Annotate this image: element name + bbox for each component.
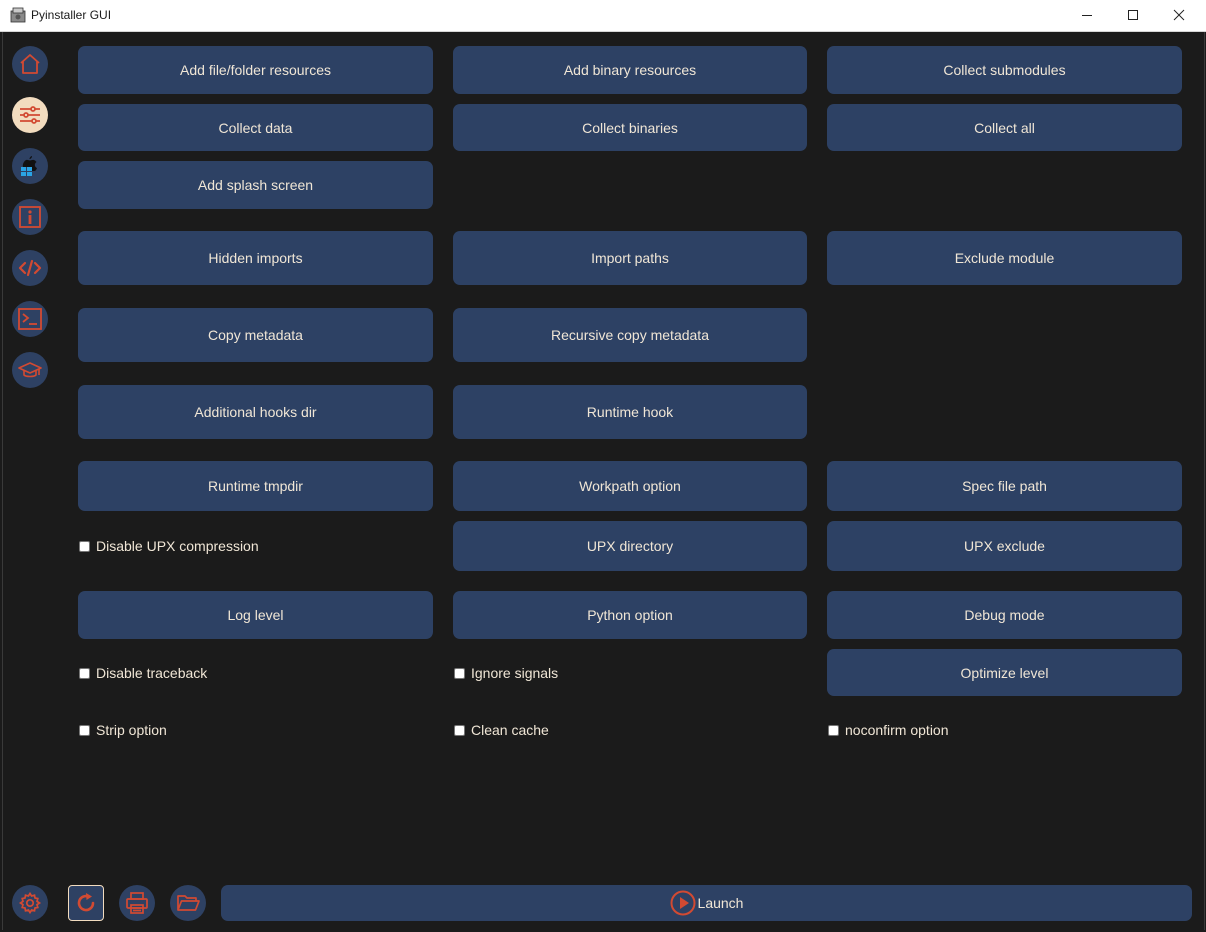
refresh-icon — [77, 893, 95, 912]
clean-cache-checkbox[interactable]: Clean cache — [454, 721, 549, 739]
upx-directory-button[interactable]: UPX directory — [453, 521, 807, 571]
play-icon — [670, 890, 696, 916]
window-title: Pyinstaller GUI — [31, 8, 112, 22]
reset-button[interactable] — [68, 885, 104, 921]
minimize-icon — [1082, 15, 1092, 16]
maximize-icon — [1128, 10, 1138, 20]
spec-file-path-button[interactable]: Spec file path — [827, 461, 1182, 511]
add-splash-button[interactable]: Add splash screen — [78, 161, 433, 209]
noconfirm-option-label: noconfirm option — [845, 722, 949, 738]
close-icon — [1173, 9, 1185, 21]
sidebar-os-button[interactable] — [12, 148, 48, 184]
runtime-hook-button[interactable]: Runtime hook — [453, 385, 807, 439]
code-icon — [18, 259, 42, 277]
collect-all-button[interactable]: Collect all — [827, 104, 1182, 151]
folder-open-icon — [177, 895, 200, 911]
strip-option-checkbox[interactable]: Strip option — [79, 721, 167, 739]
upx-exclude-button[interactable]: UPX exclude — [827, 521, 1182, 571]
disable-upx-checkbox[interactable]: Disable UPX compression — [79, 537, 259, 555]
runtime-tmpdir-button[interactable]: Runtime tmpdir — [78, 461, 433, 511]
checkbox-box[interactable] — [79, 667, 90, 679]
optimize-level-button[interactable]: Optimize level — [827, 649, 1182, 696]
os-icon — [21, 156, 37, 176]
sidebar-learn-button[interactable] — [12, 352, 48, 388]
disable-traceback-checkbox[interactable]: Disable traceback — [79, 664, 207, 682]
copy-metadata-button[interactable]: Copy metadata — [78, 308, 433, 362]
add-binary-button[interactable]: Add binary resources — [453, 46, 807, 94]
checkbox-box[interactable] — [454, 667, 465, 679]
collect-binaries-button[interactable]: Collect binaries — [453, 104, 807, 151]
ignore-signals-label: Ignore signals — [471, 665, 559, 681]
debug-mode-button[interactable]: Debug mode — [827, 591, 1182, 639]
sidebar-options-button[interactable] — [12, 97, 48, 133]
python-option-button[interactable]: Python option — [453, 591, 807, 639]
disable-traceback-label: Disable traceback — [96, 665, 208, 681]
add-file-folder-button[interactable]: Add file/folder resources — [78, 46, 433, 94]
open-folder-button[interactable] — [170, 885, 206, 921]
printer-icon — [126, 892, 148, 914]
home-icon — [20, 54, 40, 74]
sliders-icon — [20, 106, 40, 124]
sidebar-home-button[interactable] — [12, 46, 48, 82]
ignore-signals-checkbox[interactable]: Ignore signals — [454, 664, 558, 682]
app-icon — [10, 7, 26, 23]
sidebar-terminal-button[interactable] — [12, 301, 48, 337]
hidden-imports-button[interactable]: Hidden imports — [78, 231, 433, 285]
checkbox-box[interactable] — [79, 540, 90, 552]
launch-label: Launch — [697, 895, 744, 911]
import-paths-button[interactable]: Import paths — [453, 231, 807, 285]
gear-icon — [18, 891, 42, 915]
sidebar-code-button[interactable] — [12, 250, 48, 286]
log-level-button[interactable]: Log level — [78, 591, 433, 639]
checkbox-box[interactable] — [454, 724, 465, 736]
terminal-icon — [18, 308, 42, 330]
workpath-option-button[interactable]: Workpath option — [453, 461, 807, 511]
checkbox-box[interactable] — [828, 724, 839, 736]
launch-button[interactable]: Launch — [221, 885, 1192, 921]
collect-data-button[interactable]: Collect data — [78, 104, 433, 151]
info-icon — [19, 206, 41, 228]
recursive-copy-metadata-button[interactable]: Recursive copy metadata — [453, 308, 807, 362]
minimize-button[interactable] — [1064, 0, 1110, 31]
title-bar: Pyinstaller GUI — [0, 0, 1206, 32]
maximize-button[interactable] — [1110, 0, 1156, 31]
close-button[interactable] — [1156, 0, 1202, 31]
exclude-module-button[interactable]: Exclude module — [827, 231, 1182, 285]
disable-upx-label: Disable UPX compression — [96, 538, 259, 554]
additional-hooks-dir-button[interactable]: Additional hooks dir — [78, 385, 433, 439]
checkbox-box[interactable] — [79, 724, 90, 736]
settings-button[interactable] — [12, 885, 48, 921]
strip-option-label: Strip option — [96, 722, 167, 738]
clean-cache-label: Clean cache — [471, 722, 549, 738]
sidebar-info-button[interactable] — [12, 199, 48, 235]
collect-submodules-button[interactable]: Collect submodules — [827, 46, 1182, 94]
print-button[interactable] — [119, 885, 155, 921]
graduation-cap-icon — [18, 362, 42, 378]
noconfirm-option-checkbox[interactable]: noconfirm option — [828, 721, 949, 739]
